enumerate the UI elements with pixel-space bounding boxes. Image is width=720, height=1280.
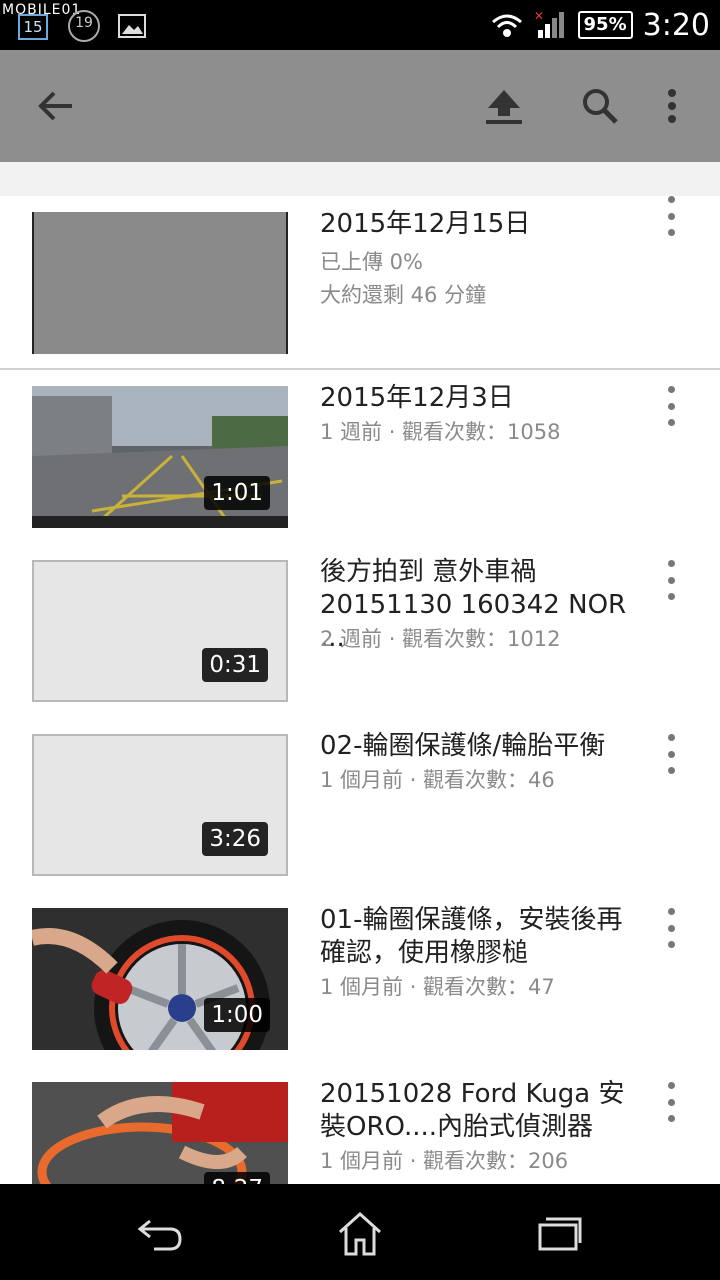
video-meta: 1 週前 · 觀看次數：1058	[320, 420, 561, 444]
video-item[interactable]: 8:27 20151028 Ford Kuga 安 裝ORO....內胎式偵測器…	[0, 1079, 720, 1184]
video-title: 20151028 Ford Kuga 安 裝ORO....內胎式偵測器	[320, 1079, 625, 1142]
video-meta: 2 週前 · 觀看次數：1012	[320, 627, 561, 651]
duration-badge: 0:31	[202, 648, 268, 682]
calendar-notification-icon: 15	[18, 14, 48, 40]
item-menu-button[interactable]	[656, 560, 686, 600]
clock: 3:20	[642, 7, 710, 43]
system-nav-bar	[0, 1184, 720, 1280]
item-menu-button[interactable]	[656, 386, 686, 426]
video-item[interactable]: 1:01 2015年12月3日 1 週前 · 觀看次數：1058	[0, 383, 720, 546]
uploading-video-item[interactable]: 2015年12月15日 已上傳 0% 大約還剩 46 分鐘	[0, 196, 720, 356]
divider	[0, 368, 720, 370]
video-thumbnail: 1:01	[32, 386, 288, 528]
video-title: 2015年12月15日	[320, 209, 531, 239]
arrow-left-icon	[38, 91, 72, 121]
upload-status: 已上傳 0%	[320, 250, 423, 274]
nav-back-button[interactable]	[130, 1208, 190, 1258]
search-icon	[583, 89, 618, 124]
notification-count-icon: 19	[68, 10, 100, 42]
video-title: 01-輪圈保護條，安裝後再 確認，使用橡膠槌	[320, 905, 623, 968]
video-meta: 1 個月前 · 觀看次數：47	[320, 975, 555, 999]
wifi-icon	[491, 14, 522, 37]
duration-badge: 3:26	[202, 822, 268, 856]
video-meta: 1 個月前 · 觀看次數：206	[320, 1149, 569, 1173]
search-button[interactable]	[572, 78, 628, 134]
svg-text:✕: ✕	[534, 10, 544, 23]
upload-button[interactable]	[476, 78, 532, 134]
item-menu-button[interactable]	[656, 1082, 686, 1122]
back-icon	[137, 1219, 182, 1251]
app-toolbar	[0, 50, 720, 162]
signal-icon: ✕	[534, 10, 564, 38]
recents-icon	[538, 1217, 582, 1251]
video-item[interactable]: 0:31 後方拍到 意外車禍 20151130 160342 NOR ... 2…	[0, 557, 720, 720]
nav-recents-button[interactable]	[530, 1208, 590, 1258]
overflow-menu-button[interactable]	[644, 78, 700, 134]
upload-icon	[486, 90, 522, 124]
video-thumbnail: 8:27	[32, 1082, 288, 1184]
home-icon	[338, 1211, 382, 1256]
video-thumbnail: 3:26	[32, 734, 288, 876]
nav-home-button[interactable]	[330, 1208, 390, 1258]
subheader-strip	[0, 162, 720, 196]
duration-badge: 8:27	[204, 1172, 270, 1184]
more-vert-icon	[668, 89, 676, 123]
duration-badge: 1:00	[204, 998, 270, 1032]
video-meta: 1 個月前 · 觀看次數：46	[320, 768, 555, 792]
video-thumbnail: 0:31	[32, 560, 288, 702]
upload-remaining: 大約還剩 46 分鐘	[320, 283, 487, 307]
back-button[interactable]	[28, 78, 84, 134]
item-menu-button[interactable]	[656, 908, 686, 948]
battery-indicator: 95%	[577, 11, 633, 39]
ring-install-image	[32, 1082, 288, 1184]
video-item[interactable]: 1:00 01-輪圈保護條，安裝後再 確認，使用橡膠槌 1 個月前 · 觀看次數…	[0, 905, 720, 1068]
item-menu-button[interactable]	[656, 196, 686, 236]
item-menu-button[interactable]	[656, 734, 686, 774]
video-title: 02-輪圈保護條/輪胎平衡	[320, 731, 606, 761]
video-title: 2015年12月3日	[320, 383, 514, 413]
image-notification-icon	[118, 14, 146, 38]
video-thumbnail	[32, 212, 288, 354]
duration-badge: 1:01	[204, 476, 270, 510]
status-bar: MOBILE01 15 19 ✕ 95% 3:20	[0, 0, 720, 50]
video-list: 2015年12月15日 已上傳 0% 大約還剩 46 分鐘 1:01 2015年…	[0, 196, 720, 1184]
video-item[interactable]: 3:26 02-輪圈保護條/輪胎平衡 1 個月前 · 觀看次數：46	[0, 731, 720, 894]
video-thumbnail: 1:00	[32, 908, 288, 1050]
